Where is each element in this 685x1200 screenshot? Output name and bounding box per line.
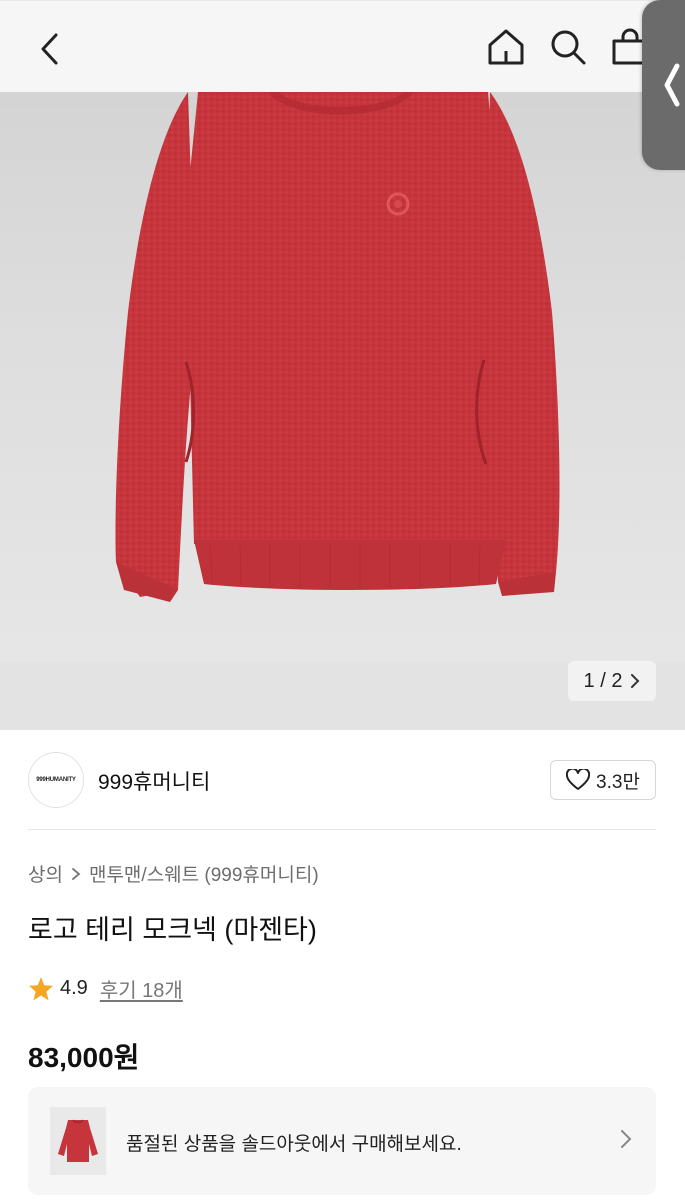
image-counter[interactable]: 1 / 2 [568,661,656,701]
product-price: 83,000원 [28,1042,140,1073]
product-image-gallery[interactable] [0,92,685,730]
soldout-banner-text: 품절된 상품을 솔드아웃에서 구매해보세요. [126,1134,462,1155]
breadcrumb-category[interactable]: 상의 [28,860,63,887]
soldout-banner[interactable]: 품절된 상품을 솔드아웃에서 구매해보세요. [28,1087,656,1195]
brand-logo-text: 999HUMANITY [36,777,76,783]
divider [28,829,656,830]
rating-score: 4.9 [60,977,88,999]
back-button[interactable] [28,27,72,71]
chevron-right-icon [620,1129,632,1153]
image-counter-text: 1 / 2 [583,669,623,692]
breadcrumb: 상의 맨투맨/스웨트 (999휴머니티) [28,860,319,887]
product-image [115,92,560,602]
chevron-right-icon [630,673,640,689]
home-button[interactable] [484,23,528,71]
top-nav-bar [0,0,685,92]
brand-row: 999HUMANITY 999휴머니티 3.3만 [28,752,656,808]
breadcrumb-subcategory[interactable]: 맨투맨/스웨트 (999휴머니티) [89,860,319,887]
brand-name[interactable]: 999휴머니티 [98,766,210,796]
search-icon [551,30,586,65]
product-title: 로고 테리 모크넥 (마젠타) [28,915,317,945]
soldout-thumbnail [50,1107,106,1175]
home-icon [488,29,524,65]
product-thumbnail-image [58,1119,98,1162]
reviews-link[interactable]: 후기 18개 [100,974,183,1003]
like-count: 3.3만 [596,771,640,793]
star-icon [29,977,53,1001]
chevron-right-icon [71,867,81,881]
search-button[interactable] [546,23,590,71]
side-panel-handle[interactable] [642,0,685,170]
chevron-left-icon [41,33,58,65]
product-rating: 4.9 후기 18개 [28,974,183,1003]
heart-icon [566,769,591,790]
chevron-left-icon [664,63,680,107]
like-button[interactable]: 3.3만 [550,760,656,800]
brand-logo[interactable]: 999HUMANITY [28,752,84,808]
